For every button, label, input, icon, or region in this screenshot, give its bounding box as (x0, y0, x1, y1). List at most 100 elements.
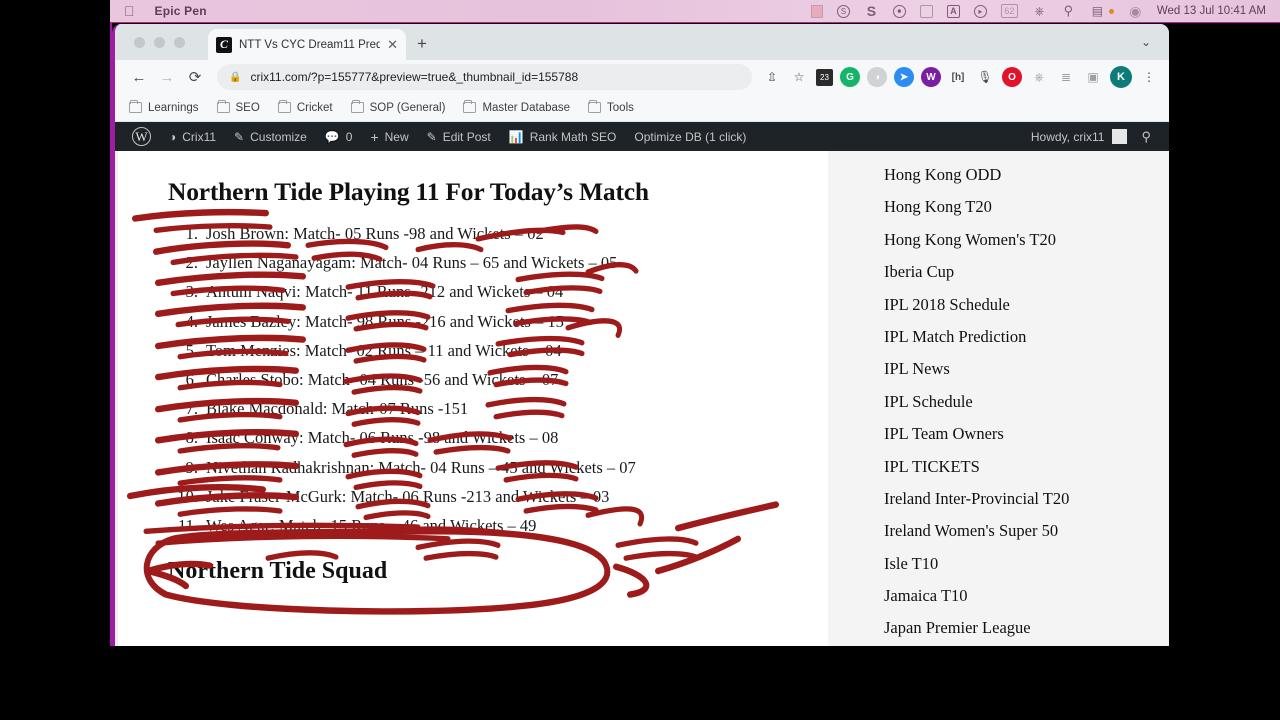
wp-optimize-db[interactable]: Optimize DB (1 click) (625, 122, 755, 151)
wordpress-logo[interactable]: W (123, 122, 160, 151)
sidebar-item-japan-premier-league[interactable]: Japan Premier League (884, 618, 1169, 638)
extensions-puzzle-icon[interactable]: ⎈ (1029, 67, 1049, 87)
list-item: Josh Brown: Match- 05 Runs -98 and Wicke… (168, 224, 544, 244)
wp-new[interactable]: + New (361, 122, 417, 151)
bookmark-label: Master Database (482, 101, 571, 114)
wp-item-label: 0 (345, 129, 353, 144)
share-icon[interactable]: ⇫ (762, 67, 782, 87)
search-icon[interactable]: ⚲ (1127, 129, 1161, 145)
bookmark-tools[interactable]: Tools (588, 99, 634, 114)
screen-letterbox (0, 646, 1280, 720)
sidebar-item-hong-kong-odd[interactable]: Hong Kong ODD (884, 165, 1169, 185)
chevron-down-icon[interactable]: ⌄ (1141, 35, 1151, 49)
grammarly-s-icon[interactable]: S (864, 3, 879, 19)
menu-bar-clock[interactable]: Wed 13 Jul 10:41 AM (1157, 5, 1266, 17)
list-item: Antum Naqvi: Match- 11 Runs -212 and Wic… (168, 282, 564, 302)
wp-customize[interactable]: ✎ Customize (225, 122, 316, 151)
sidebar-item-ireland-womens-super-50[interactable]: Ireland Women's Super 50 (884, 521, 1169, 541)
maximize-window-button[interactable] (174, 37, 185, 48)
list-item: Blake Macdonald: Match-07 Runs -151 (168, 399, 469, 419)
screen-share-icon[interactable]: ⎈ (1032, 4, 1047, 18)
side-panel-icon[interactable]: ▣ (1083, 67, 1103, 87)
bookmark-cricket[interactable]: Cricket (277, 99, 333, 114)
sidebar-item-hong-kong-womens-t20[interactable]: Hong Kong Women's T20 (884, 230, 1169, 250)
wp-comments[interactable]: 💬 0 (316, 122, 362, 151)
sidebar-item-ipl-news[interactable]: IPL News (884, 359, 1169, 379)
sidebar-item-ipl-team-owners[interactable]: IPL Team Owners (884, 424, 1169, 444)
wp-item-label: Edit Post (442, 129, 491, 144)
siri-icon[interactable]: ◉ (1128, 3, 1143, 19)
play-icon[interactable]: ▸ (973, 4, 987, 18)
wp-item-label: Customize (250, 129, 307, 144)
reload-button[interactable]: ⟳ (181, 63, 209, 91)
list-item: Nivethan Radhakrishnan: Match- 04 Runs –… (168, 457, 636, 478)
browser-toolbar: ← → ⟳ 🔒 crix11.com/?p=155777&preview=tru… (115, 60, 1169, 94)
sidebar-item-hong-kong-t20[interactable]: Hong Kong T20 (884, 197, 1169, 217)
address-bar[interactable]: 🔒 crix11.com/?p=155777&preview=true&_thu… (217, 64, 752, 90)
wp-item-label: Optimize DB (1 click) (634, 129, 747, 144)
window-controls[interactable] (134, 37, 185, 48)
sidebar-item-isle-t10[interactable]: Isle T10 (884, 554, 1169, 574)
new-tab-button[interactable]: + (417, 35, 427, 52)
wp-rank-math-seo[interactable]: 📊 Rank Math SEO (500, 122, 626, 151)
sidebar-item-iberia-cup[interactable]: Iberia Cup (884, 262, 1169, 282)
bookmark-learnings[interactable]: Learnings (129, 99, 199, 114)
wp-howdy-label[interactable]: Howdy, crix11 (1031, 130, 1105, 144)
sidebar-item-jamaica-t10[interactable]: Jamaica T10 (884, 586, 1169, 606)
folder-icon (216, 99, 230, 113)
dashboard-icon: ◑ (169, 129, 177, 144)
calendar-extension-icon[interactable]: 23 (816, 68, 833, 86)
tab-strip: C NTT Vs CYC Dream11 Predictio ✕ + ⌄ (115, 24, 1169, 60)
similarweb-extension-icon[interactable]: ◑ (867, 67, 887, 87)
profile-avatar[interactable]: K (1110, 66, 1132, 88)
forward-button[interactable]: → (153, 63, 181, 91)
battery-icon[interactable]: 62 (1000, 4, 1018, 18)
squad-heading: Northern Tide Squad (168, 557, 388, 584)
wp-item-label: Rank Math SEO (529, 129, 617, 144)
screen-recording-icon[interactable] (810, 4, 823, 18)
wordpress-extension-icon[interactable]: W (921, 67, 941, 87)
bookmark-seo[interactable]: SEO (216, 99, 260, 114)
wp-site-name[interactable]: ◑ Crix11 (160, 122, 225, 151)
tab-title: NTT Vs CYC Dream11 Predictio (239, 38, 381, 51)
sidebar-item-ipl-match-prediction[interactable]: IPL Match Prediction (884, 327, 1169, 347)
crix11-favicon: C (216, 36, 232, 53)
minimize-window-button[interactable] (154, 37, 165, 48)
keyboard-icon[interactable] (919, 4, 933, 18)
wordpress-logo-icon: W (132, 127, 151, 146)
location-icon[interactable]: ⦁ (892, 4, 906, 18)
list-item: Wes Agar: Match- 15 Runs – 46 and Wicket… (168, 515, 537, 536)
hunter-extension-icon[interactable]: [h] (948, 67, 968, 87)
sidebar-item-ipl-2018-schedule[interactable]: IPL 2018 Schedule (884, 295, 1169, 315)
avatar[interactable] (1112, 129, 1128, 144)
chrome-menu-icon[interactable]: ⋮ (1139, 67, 1159, 87)
sidebar-item-ipl-schedule[interactable]: IPL Schedule (884, 392, 1169, 412)
screen:  Epic Pen S S ⦁ A ▸ 62 ⎈ ⚲ ▤ ◉ Wed 13 J… (0, 0, 1280, 720)
microphone-icon[interactable]: 🎙 (975, 67, 995, 87)
sidebar-item-ipl-tickets[interactable]: IPL TICKETS (884, 457, 1169, 477)
notification-dot (1108, 8, 1114, 14)
wp-edit-post[interactable]: ✎ Edit Post (418, 122, 500, 151)
bookmark-sop-general[interactable]: SOP (General) (350, 99, 445, 114)
browser-tab[interactable]: C NTT Vs CYC Dream11 Predictio ✕ (208, 29, 406, 60)
sidebar-item-ireland-inter-provincial-t20[interactable]: Ireland Inter-Provincial T20 (884, 489, 1169, 509)
telegram-extension-icon[interactable]: ➤ (894, 67, 914, 87)
list-item: Jayllen Naganayagam: Match- 04 Runs – 65… (168, 253, 618, 273)
apple-icon[interactable]:  (124, 4, 135, 18)
close-window-button[interactable] (134, 37, 145, 48)
page-viewport: Northern Tide Playing 11 For Today’s Mat… (115, 151, 1169, 646)
bookmark-master-database[interactable]: Master Database (463, 99, 571, 114)
spotlight-search-icon[interactable]: ⚲ (1061, 3, 1076, 18)
text-input-icon[interactable]: A (946, 4, 960, 18)
bookmark-star-icon[interactable]: ☆ (789, 67, 809, 87)
tab-close-icon[interactable]: ✕ (387, 38, 398, 51)
folder-icon (588, 99, 602, 113)
back-button[interactable]: ← (125, 63, 153, 91)
control-center-icon[interactable]: ▤ (1090, 4, 1105, 18)
opera-extension-icon[interactable]: O (1002, 67, 1022, 87)
reading-list-icon[interactable]: ≣ (1056, 67, 1076, 87)
skype-icon[interactable]: S (836, 4, 850, 18)
active-app-name[interactable]: Epic Pen (155, 4, 207, 18)
grammarly-extension-icon[interactable]: G (840, 67, 860, 87)
wordpress-admin-bar: W ◑ Crix11 ✎ Customize 💬 0 + New ✎ Edit … (115, 122, 1169, 151)
